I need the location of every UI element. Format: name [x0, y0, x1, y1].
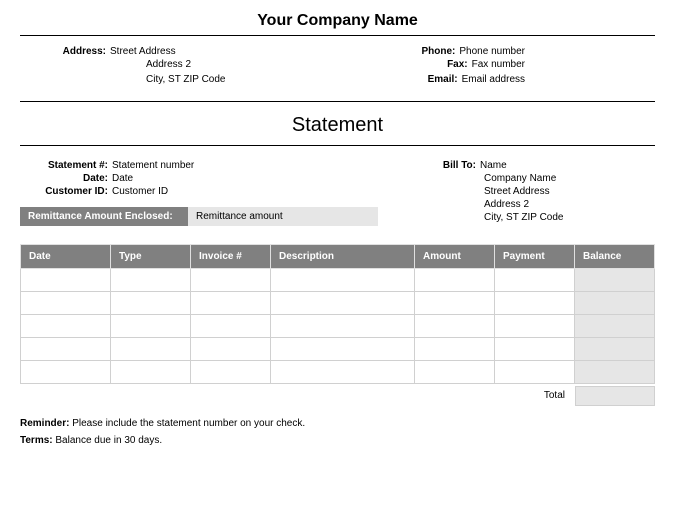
fax-value: Fax number	[472, 59, 525, 72]
bill-to-label: Bill To:	[430, 160, 480, 171]
remittance-value: Remittance amount	[188, 207, 378, 226]
statement-date-label: Date:	[20, 173, 112, 184]
total-value	[575, 386, 655, 406]
company-name: Your Company Name	[20, 12, 655, 36]
table-header-row: Date Type Invoice # Description Amount P…	[21, 245, 655, 269]
col-header-date: Date	[21, 245, 111, 269]
terms-note: Terms: Balance due in 30 days.	[20, 435, 655, 446]
page-title: Statement	[20, 101, 655, 146]
bill-to-address-1: Street Address	[484, 186, 655, 197]
phone-value: Phone number	[459, 46, 525, 57]
col-header-payment: Payment	[495, 245, 575, 269]
reminder-label: Reminder:	[20, 418, 69, 429]
table-row	[21, 292, 655, 315]
reminder-note: Reminder: Please include the statement n…	[20, 418, 655, 429]
table-row	[21, 269, 655, 292]
statement-date-value: Date	[112, 173, 133, 184]
table-row	[21, 361, 655, 384]
table-row	[21, 338, 655, 361]
col-header-description: Description	[271, 245, 415, 269]
remittance-label: Remittance Amount Enclosed:	[20, 207, 188, 226]
col-header-balance: Balance	[575, 245, 655, 269]
customer-id-label: Customer ID:	[20, 186, 112, 197]
fax-label: Fax:	[426, 59, 472, 72]
total-label: Total	[534, 386, 575, 406]
customer-id-value: Customer ID	[112, 186, 168, 197]
bill-to-name: Name	[480, 160, 507, 171]
statement-number-label: Statement #:	[20, 160, 112, 171]
address-line-3: City, ST ZIP Code	[146, 74, 225, 85]
col-header-invoice: Invoice #	[191, 245, 271, 269]
address-line-1: Street Address	[110, 46, 176, 57]
phone-label: Phone:	[413, 46, 459, 57]
table-row	[21, 315, 655, 338]
reminder-text: Please include the statement number on y…	[69, 418, 305, 429]
address-line-2: Address 2	[146, 59, 191, 70]
terms-text: Balance due in 30 days.	[53, 435, 163, 446]
email-label: Email:	[416, 74, 462, 87]
statement-table: Date Type Invoice # Description Amount P…	[20, 244, 655, 384]
terms-label: Terms:	[20, 435, 53, 446]
address-label: Address:	[52, 46, 110, 57]
email-value: Email address	[462, 74, 525, 87]
bill-to-company: Company Name	[484, 173, 655, 184]
col-header-amount: Amount	[415, 245, 495, 269]
col-header-type: Type	[111, 245, 191, 269]
bill-to-address-3: City, ST ZIP Code	[484, 212, 655, 223]
statement-number-value: Statement number	[112, 160, 194, 171]
bill-to-address-2: Address 2	[484, 199, 655, 210]
